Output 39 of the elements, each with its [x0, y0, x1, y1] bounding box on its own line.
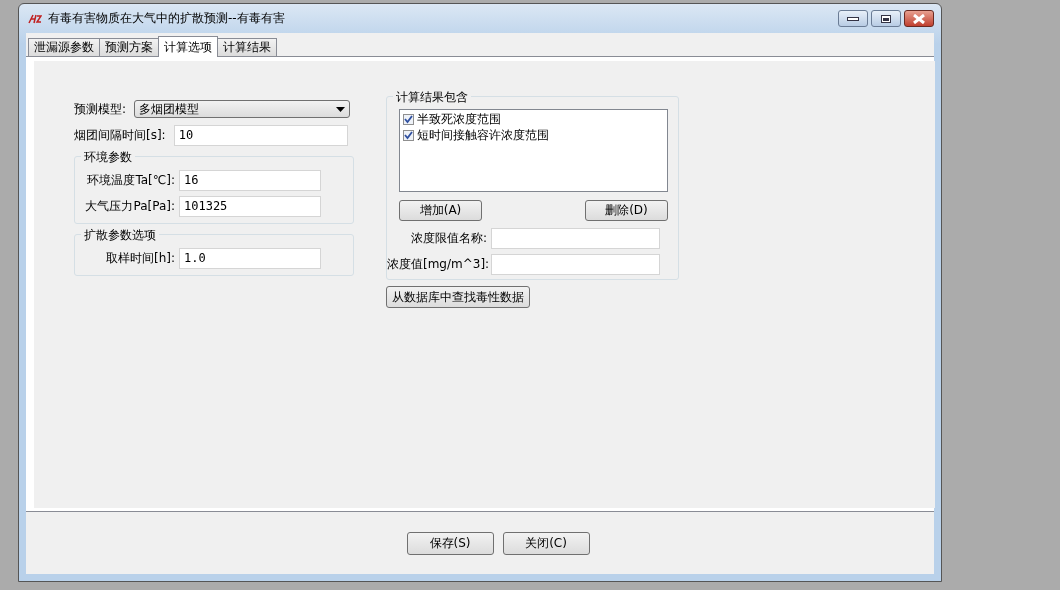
group-title: 扩散参数选项 [81, 227, 159, 244]
tab[interactable]: 计算结果 [217, 38, 277, 56]
minimize-button[interactable] [838, 10, 868, 27]
input-field[interactable] [491, 253, 660, 275]
input-field[interactable]: 16 [179, 169, 321, 191]
input-field[interactable]: 10 [173, 124, 348, 146]
input-field[interactable]: 101325 [179, 195, 321, 217]
field-label: 预测模型: [74, 100, 128, 118]
minimize-icon [847, 15, 859, 22]
model-dropdown[interactable]: 多烟团模型 [134, 100, 351, 118]
list-item[interactable]: 短时间接触容许浓度范围 [417, 126, 549, 144]
field-label: 取样时间[h]: [105, 249, 176, 267]
field-label: 环境温度Ta[℃]: [86, 171, 176, 189]
maximize-icon [881, 14, 891, 23]
footer-button[interactable]: 关闭(C) [502, 531, 590, 555]
window-title: 有毒有害物质在大气中的扩散预测--有毒有害 [48, 10, 285, 27]
list-button[interactable]: 删除(D) [585, 200, 668, 221]
field-label: 大气压力Pa[Pa]: [84, 197, 176, 215]
lookup-button[interactable]: 从数据库中查找毒性数据 [386, 286, 530, 308]
close-button[interactable] [904, 10, 934, 27]
list-button[interactable]: 增加(A) [399, 200, 482, 221]
input-field[interactable]: 1.0 [179, 247, 321, 269]
field-label: 烟团间隔时间[s]: [74, 126, 167, 144]
tab[interactable]: 计算选项 [158, 36, 218, 57]
app-logo-icon [28, 13, 42, 24]
field-label: 浓度限值名称: [409, 229, 488, 247]
group-title: 环境参数 [81, 149, 135, 166]
maximize-button[interactable] [871, 10, 901, 27]
footer-button[interactable]: 保存(S) [406, 531, 494, 555]
field-label: 浓度值[mg/m^3]: [387, 255, 491, 273]
caret-icon [336, 106, 346, 112]
tab[interactable]: 预测方案 [99, 38, 159, 56]
checkbox[interactable] [403, 129, 414, 141]
list-item[interactable]: 半致死浓度范围 [417, 110, 501, 128]
close-icon [912, 13, 926, 24]
checkbox[interactable] [403, 113, 414, 125]
tab[interactable]: 泄漏源参数 [28, 38, 100, 56]
group-title: 计算结果包含 [393, 89, 471, 106]
input-field[interactable] [491, 227, 660, 249]
